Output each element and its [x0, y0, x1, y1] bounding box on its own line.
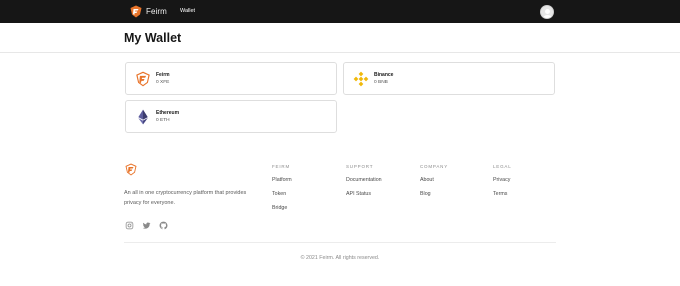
page-title: My Wallet [124, 31, 182, 45]
footer-link-blog[interactable]: Blog [420, 191, 431, 197]
feirm-logo-icon [125, 163, 137, 176]
footer-link-bridge[interactable]: Bridge [272, 205, 287, 211]
wallet-card-feirm[interactable]: Feirm 0 XFE [125, 62, 337, 95]
footer-link-token[interactable]: Token [272, 191, 286, 197]
twitter-link[interactable] [142, 217, 151, 229]
avatar-head-shape [545, 8, 550, 14]
brand-home-link[interactable]: Feirm [130, 4, 167, 19]
instagram-link[interactable] [125, 217, 134, 230]
wallet-name: Binance [374, 72, 394, 78]
wallet-balance: 0 XFE [156, 80, 170, 85]
binance-logo-icon [353, 71, 369, 87]
footer-link-api-status[interactable]: API Status [346, 191, 371, 197]
footer-heading-legal: LEGAL [493, 164, 512, 169]
feirm-logo-icon [136, 71, 150, 87]
wallet-balance: 0 BNB [374, 80, 388, 85]
footer-link-documentation[interactable]: Documentation [346, 177, 382, 183]
wallet-card-binance[interactable]: Binance 0 BNB [343, 62, 555, 95]
footer-link-about[interactable]: About [420, 177, 434, 183]
twitter-icon [142, 222, 151, 229]
top-navbar: Feirm Wallet [0, 0, 680, 23]
avatar-shoulders-shape [543, 14, 552, 18]
wallet-card-ethereum[interactable]: Ethereum 0 ETH [125, 100, 337, 133]
footer-description: An all in one cryptocurrency platform th… [124, 190, 247, 206]
github-icon [159, 221, 168, 230]
brand-name: Feirm [146, 7, 167, 16]
nav-wallet-link[interactable]: Wallet [180, 8, 195, 14]
footer-heading-support: SUPPORT [346, 164, 374, 169]
footer-divider [124, 242, 556, 243]
footer-heading-feirm: FEIRM [272, 164, 290, 169]
wallet-name: Feirm [156, 72, 170, 78]
footer-link-platform[interactable]: Platform [272, 177, 292, 183]
wallet-name: Ethereum [156, 110, 180, 116]
title-divider [0, 52, 680, 53]
instagram-icon [125, 221, 134, 230]
footer-link-terms[interactable]: Terms [493, 191, 507, 197]
copyright-text: © 2021 Feirm. All rights reserved. [300, 255, 380, 261]
footer-heading-company: COMPANY [420, 164, 449, 169]
user-avatar[interactable] [540, 5, 554, 19]
footer-link-privacy[interactable]: Privacy [493, 177, 510, 183]
github-link[interactable] [159, 217, 168, 230]
wallet-balance: 0 ETH [156, 118, 170, 123]
feirm-logo-icon [130, 5, 142, 18]
ethereum-logo-icon [138, 109, 148, 125]
